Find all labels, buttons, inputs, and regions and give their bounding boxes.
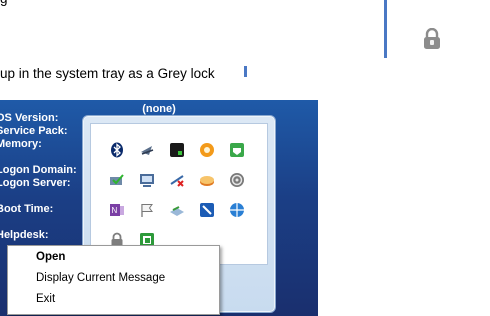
grey-lock-icon [424, 28, 440, 49]
scanner-icon[interactable] [169, 202, 185, 218]
system-info-labels: OS Version: Service Pack: Memory: Logon … [0, 112, 77, 242]
menu-item-display-current-message[interactable]: Display Current Message [36, 272, 165, 284]
network-cross-icon[interactable] [169, 172, 185, 188]
menu-item-open[interactable]: Open [36, 251, 65, 263]
info-label-service-pack: Service Pack: [0, 125, 68, 137]
svg-text:N: N [112, 206, 118, 215]
context-menu: Open Display Current Message Exit [7, 245, 220, 315]
network-icon[interactable] [139, 142, 155, 158]
blue-tool-icon[interactable] [199, 202, 215, 218]
doc-text-system-tray: up in the system tray as a Grey lock [0, 66, 215, 81]
bluetooth-icon[interactable] [109, 142, 125, 158]
info-label-memory: Memory: [0, 138, 42, 150]
info-label-boot-time: Boot Time: [0, 203, 54, 215]
doc-text-fragment: g [0, 0, 8, 6]
orange-circle-icon[interactable] [199, 142, 215, 158]
menu-item-exit[interactable]: Exit [36, 293, 55, 305]
onenote-icon[interactable]: N [109, 202, 125, 218]
flag-icon[interactable] [139, 202, 155, 218]
info-label-os-version: OS Version: [0, 112, 59, 124]
spiral-icon[interactable] [229, 172, 245, 188]
tray-icon-area: N [90, 123, 268, 265]
blue-globe-icon[interactable] [229, 202, 245, 218]
green-shield-icon[interactable] [229, 142, 245, 158]
disk-icon[interactable] [199, 172, 215, 188]
monitor-icon[interactable] [139, 172, 155, 188]
accent-bar [244, 66, 247, 77]
info-label-logon-server: Logon Server: [0, 177, 71, 189]
info-label-logon-domain: Logon Domain: [0, 164, 77, 176]
info-label-helpdesk: Helpdesk: [0, 229, 49, 241]
terminal-icon[interactable] [169, 142, 185, 158]
accent-bar [384, 0, 387, 58]
green-check-icon[interactable] [109, 172, 125, 188]
